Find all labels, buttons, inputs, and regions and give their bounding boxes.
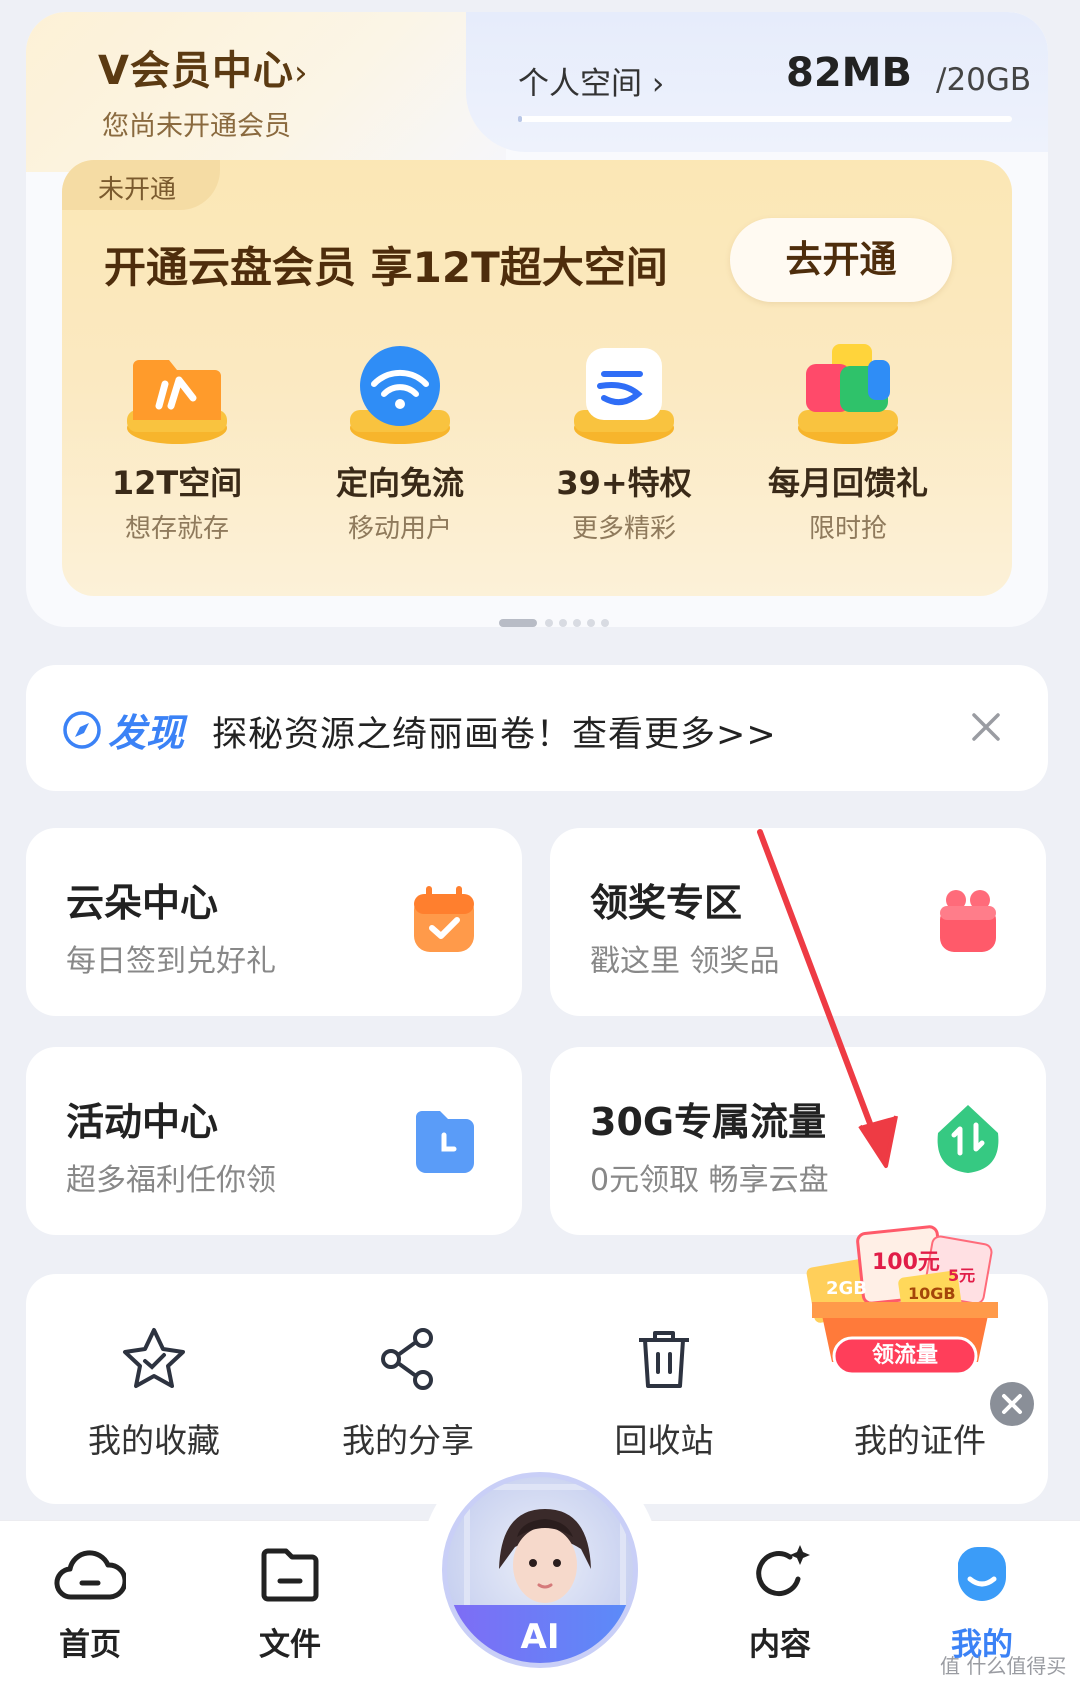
feature-title: 12T空间 bbox=[111, 464, 243, 502]
nav-files[interactable]: 文件 bbox=[230, 1539, 350, 1664]
floating-data-promo[interactable]: 领流量 100元 5元 10GB 2GB bbox=[800, 1222, 1010, 1382]
open-membership-button[interactable]: 去开通 bbox=[730, 218, 952, 302]
tool-label: 我的分享 bbox=[342, 1421, 474, 1460]
discover-banner[interactable]: 发现 探秘资源之绮丽画卷！查看更多>> bbox=[26, 665, 1048, 791]
carousel-dot bbox=[587, 619, 595, 627]
cloud-home-icon bbox=[54, 1539, 126, 1611]
feature-title: 39+特权 bbox=[556, 464, 692, 502]
carousel-dot-active bbox=[499, 619, 537, 627]
share-icon bbox=[373, 1324, 443, 1394]
card-title: 活动中心 bbox=[66, 1100, 219, 1144]
folder-icon bbox=[254, 1539, 326, 1611]
feature-subtitle: 移动用户 bbox=[347, 514, 452, 544]
smile-face-icon bbox=[946, 1539, 1018, 1611]
discover-label: 发现 bbox=[108, 711, 185, 755]
card-subtitle: 每日签到兑好礼 bbox=[66, 944, 276, 979]
card-title: 领奖专区 bbox=[590, 881, 743, 925]
nav-label: 内容 bbox=[749, 1627, 811, 1663]
watermark: 值 什么值得买 bbox=[940, 1654, 1067, 1678]
my-favorites-button[interactable]: 我的收藏 bbox=[54, 1324, 254, 1462]
nav-label: 文件 bbox=[259, 1627, 321, 1663]
card-subtitle: 超多福利任你领 bbox=[66, 1163, 276, 1198]
feature-subtitle: 限时抢 bbox=[808, 514, 887, 544]
feature-title: 定向免流 bbox=[335, 464, 464, 502]
coupon-5: 5元 bbox=[948, 1266, 976, 1285]
cloud-logo-icon bbox=[564, 340, 684, 450]
carousel-dot bbox=[545, 619, 553, 627]
recycle-bin-button[interactable]: 回收站 bbox=[564, 1324, 764, 1462]
refresh-sparkle-icon bbox=[744, 1539, 816, 1611]
close-icon bbox=[1002, 1394, 1022, 1414]
storage-total: /20GB bbox=[936, 62, 1032, 98]
personal-space-link[interactable]: 个人空间 › bbox=[518, 58, 664, 103]
wifi-icon bbox=[340, 340, 460, 450]
vip-center-link[interactable]: V会员中心› bbox=[98, 38, 309, 96]
promo-headline: 开通云盘会员 享12T超大空间 bbox=[104, 243, 668, 292]
carousel-dot bbox=[601, 619, 609, 627]
feature-subtitle: 更多精彩 bbox=[571, 514, 676, 544]
tool-label: 回收站 bbox=[614, 1421, 714, 1460]
folder-cloud-icon bbox=[117, 340, 237, 450]
nav-home[interactable]: 首页 bbox=[30, 1539, 150, 1664]
vip-card: V会员中心› 您尚未开通会员 个人空间 › 82MB /20GB 未开通 开通云… bbox=[26, 12, 1048, 627]
carousel-page-indicator bbox=[499, 617, 639, 627]
star-icon bbox=[119, 1324, 189, 1394]
coupon-2gb: 2GB bbox=[826, 1278, 868, 1299]
storage-progress-bar bbox=[518, 116, 1012, 122]
coupon-10gb: 10GB bbox=[908, 1284, 956, 1303]
carousel-dot bbox=[573, 619, 581, 627]
my-shares-button[interactable]: 我的分享 bbox=[308, 1324, 508, 1462]
compass-icon bbox=[62, 710, 102, 750]
cloud-center-card[interactable]: 云朵中心 每日签到兑好礼 bbox=[26, 828, 522, 1016]
card-title: 云朵中心 bbox=[66, 881, 219, 925]
coupon-100: 100元 bbox=[872, 1250, 940, 1275]
membership-status-tag: 未开通 bbox=[62, 160, 220, 210]
nav-mine[interactable]: 我的 bbox=[922, 1539, 1042, 1664]
ai-label: AI bbox=[520, 1617, 560, 1657]
activity-center-card[interactable]: 活动中心 超多福利任你领 bbox=[26, 1047, 522, 1235]
trash-icon bbox=[629, 1324, 699, 1394]
gift-apps-icon bbox=[788, 340, 908, 450]
ai-assistant-button[interactable]: AI bbox=[442, 1472, 638, 1668]
membership-promo-card: 未开通 开通云盘会员 享12T超大空间 去开通 12T空间 想存就存 定向免流 … bbox=[62, 160, 1012, 596]
close-icon[interactable] bbox=[966, 707, 1006, 747]
folder-clock-icon bbox=[404, 1099, 484, 1179]
carousel-dot bbox=[559, 619, 567, 627]
calendar-check-icon bbox=[404, 880, 484, 960]
feature-12t-space[interactable]: 12T空间 想存就存 bbox=[67, 340, 287, 545]
nav-content[interactable]: 内容 bbox=[720, 1539, 840, 1664]
feature-monthly-gift[interactable]: 每月回馈礼 限时抢 bbox=[738, 340, 958, 545]
annotation-arrow bbox=[757, 829, 898, 1168]
tool-label: 我的收藏 bbox=[88, 1421, 220, 1460]
claim-data-button[interactable]: 领流量 bbox=[834, 1338, 976, 1374]
feature-subtitle: 想存就存 bbox=[124, 514, 229, 544]
storage-used: 82MB bbox=[786, 50, 912, 96]
close-promo-button[interactable] bbox=[990, 1382, 1034, 1426]
nav-label: 首页 bbox=[59, 1627, 121, 1663]
discover-text[interactable]: 探秘资源之绮丽画卷！查看更多>> bbox=[212, 706, 777, 757]
feature-privileges[interactable]: 39+特权 更多精彩 bbox=[514, 340, 734, 545]
feature-title: 每月回馈礼 bbox=[767, 464, 928, 502]
vip-status-text: 您尚未开通会员 bbox=[102, 111, 291, 142]
data-traffic-icon bbox=[928, 1099, 1008, 1179]
feature-free-data[interactable]: 定向免流 移动用户 bbox=[290, 340, 510, 545]
gift-icon bbox=[928, 880, 1008, 960]
storage-progress-fill bbox=[518, 116, 522, 122]
